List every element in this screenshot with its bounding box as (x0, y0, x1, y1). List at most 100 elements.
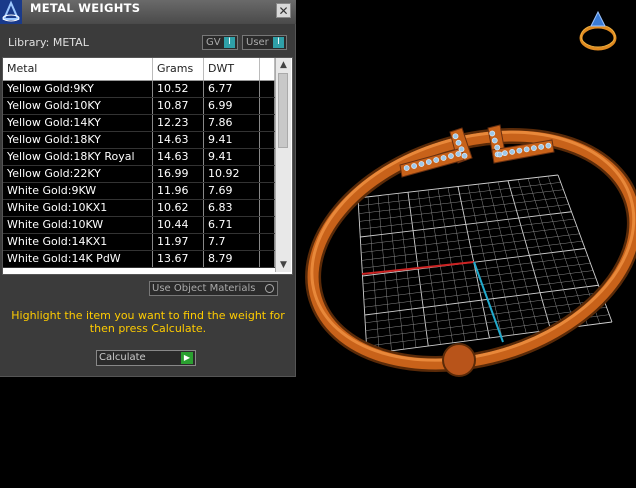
blank-cell (260, 183, 275, 199)
dwt-cell: 6.99 (204, 98, 260, 114)
table-row[interactable]: White Gold:14KX1 11.97 7.7 (3, 234, 275, 251)
metal-cell: Yellow Gold:14KY (3, 115, 153, 131)
diamond-stone (448, 153, 454, 159)
blank-cell (260, 115, 275, 131)
table-row[interactable]: Yellow Gold:18KY 14.63 9.41 (3, 132, 275, 149)
column-header-dwt[interactable]: DWT (204, 58, 260, 80)
instruction-text: Highlight the item you want to find the … (11, 309, 285, 335)
table-row[interactable]: White Gold:10KW 10.44 6.71 (3, 217, 275, 234)
diamond-stone (418, 161, 425, 167)
diamond-stone (491, 137, 498, 144)
metal-cell: White Gold:14KX1 (3, 234, 153, 250)
gv-toggle[interactable]: GV I (202, 35, 238, 50)
table-row[interactable]: Yellow Gold:9KY 10.52 6.77 (3, 81, 275, 98)
diamond-stone (538, 143, 545, 150)
table-header: Metal Grams DWT (3, 58, 275, 81)
diamond-stone (455, 151, 462, 157)
diamond-stone (433, 157, 440, 163)
diamond-stone (501, 150, 508, 157)
ring-icon[interactable] (576, 8, 620, 54)
scroll-down-arrow-icon[interactable]: ▼ (276, 258, 291, 272)
metal-cell: Yellow Gold:18KY Royal (3, 149, 153, 165)
grams-cell: 10.52 (153, 81, 204, 97)
diamond-stone (455, 139, 462, 146)
grid-line (537, 177, 588, 326)
diamond-stone (461, 152, 468, 159)
dwt-cell: 9.41 (204, 132, 260, 148)
grams-cell: 11.96 (153, 183, 204, 199)
blank-cell (260, 149, 275, 165)
calculate-button[interactable]: Calculate ▶ (96, 350, 196, 366)
blank-cell (260, 234, 275, 250)
title-bar[interactable]: METAL WEIGHTS ✕ (0, 0, 296, 24)
table-row[interactable]: White Gold:14K PdW 13.67 8.79 (3, 251, 275, 268)
radio-icon[interactable] (265, 284, 274, 293)
grams-cell: 16.99 (153, 166, 204, 182)
diamond-stone (403, 165, 410, 171)
table-row[interactable]: Yellow Gold:22KY 16.99 10.92 (3, 166, 275, 183)
dwt-cell: 8.79 (204, 251, 260, 267)
table-row[interactable]: Yellow Gold:14KY 12.23 7.86 (3, 115, 275, 132)
diamond-stone (530, 145, 537, 152)
grams-cell: 12.23 (153, 115, 204, 131)
blank-cell (260, 251, 275, 267)
grams-cell: 10.87 (153, 98, 204, 114)
dwt-cell: 6.71 (204, 217, 260, 233)
diamond-stone (494, 144, 501, 151)
use-object-materials-toggle[interactable]: Use Object Materials (149, 281, 278, 296)
scroll-up-arrow-icon[interactable]: ▲ (276, 58, 291, 72)
diamond-stone (452, 133, 459, 140)
blank-cell (260, 81, 275, 97)
metal-table: Metal Grams DWT Yellow Gold:9KY 10.52 6.77… (2, 57, 293, 275)
metal-cell: Yellow Gold:22KY (3, 166, 153, 182)
diamond-stone (509, 148, 516, 155)
table-scrollbar[interactable]: ▲ ▼ (275, 58, 291, 272)
blank-cell (260, 98, 275, 114)
gv-toggle-label: GV (206, 37, 221, 48)
metal-cell: White Gold:14K PdW (3, 251, 153, 267)
dwt-cell: 6.83 (204, 200, 260, 216)
table-row[interactable]: Yellow Gold:18KY Royal 14.63 9.41 (3, 149, 275, 166)
user-toggle-indicator: I (273, 37, 284, 48)
use-object-materials-label: Use Object Materials (152, 283, 256, 294)
metal-cell: White Gold:10KW (3, 217, 153, 233)
diamond-stone (489, 130, 496, 137)
calculate-label: Calculate (99, 352, 146, 363)
user-toggle-label: User (246, 37, 269, 48)
diamond-stone (523, 146, 530, 153)
column-header-grams[interactable]: Grams (153, 58, 204, 80)
diamond-stone (458, 146, 465, 153)
window-title: METAL WEIGHTS (30, 1, 141, 15)
dwt-cell: 10.92 (204, 166, 260, 182)
grams-cell: 10.62 (153, 200, 204, 216)
blank-cell (260, 166, 275, 182)
metal-weights-panel: METAL WEIGHTS ✕ Library: METAL GV I User… (0, 0, 296, 377)
metal-cell: Yellow Gold:10KY (3, 98, 153, 114)
app-logo-icon (0, 0, 22, 24)
metal-cell: White Gold:10KX1 (3, 200, 153, 216)
blank-cell (260, 132, 275, 148)
blank-cell (260, 217, 275, 233)
dwt-cell: 7.7 (204, 234, 260, 250)
blank-cell (260, 200, 275, 216)
table-row[interactable]: Yellow Gold:10KY 10.87 6.99 (3, 98, 275, 115)
grams-cell: 11.97 (153, 234, 204, 250)
y-axis-line (473, 261, 504, 343)
dwt-cell: 6.77 (204, 81, 260, 97)
table-row[interactable]: White Gold:9KW 11.96 7.69 (3, 183, 275, 200)
library-label: Library: METAL (8, 36, 89, 49)
grams-cell: 14.63 (153, 149, 204, 165)
diamond-stone (496, 151, 503, 158)
column-header-metal[interactable]: Metal (3, 58, 153, 80)
metal-cell: Yellow Gold:18KY (3, 132, 153, 148)
metal-cell: Yellow Gold:9KY (3, 81, 153, 97)
dwt-cell: 7.86 (204, 115, 260, 131)
scroll-thumb[interactable] (278, 73, 288, 148)
diamond-stone (545, 142, 552, 149)
grams-cell: 13.67 (153, 251, 204, 267)
close-button[interactable]: ✕ (276, 3, 291, 18)
play-arrow-icon[interactable]: ▶ (181, 352, 193, 364)
user-toggle[interactable]: User I (242, 35, 287, 50)
table-row[interactable]: White Gold:10KX1 10.62 6.83 (3, 200, 275, 217)
gv-toggle-indicator: I (224, 37, 235, 48)
